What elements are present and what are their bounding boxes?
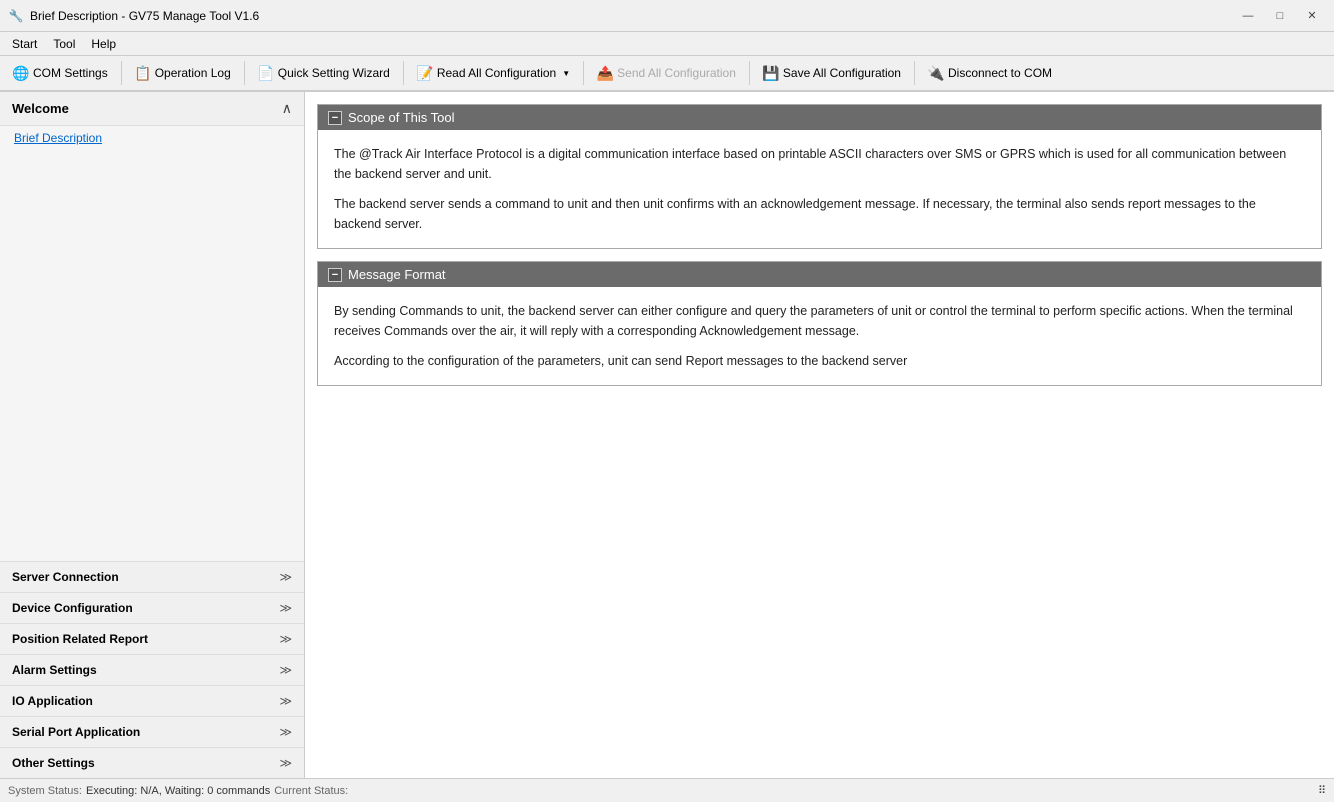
com-settings-icon: 🌐: [13, 65, 29, 81]
main-area: Welcome ∧ Brief Description Server Conne…: [0, 92, 1334, 778]
device-config-label: Device Configuration: [12, 601, 133, 615]
sidebar-item-serial-port[interactable]: Serial Port Application ≫: [0, 716, 304, 747]
position-report-label: Position Related Report: [12, 632, 148, 646]
serial-port-chevron: ≫: [279, 725, 292, 739]
alarm-settings-chevron: ≫: [279, 663, 292, 677]
welcome-collapse-btn[interactable]: ∧: [282, 100, 292, 117]
status-bar: System Status: Executing: N/A, Waiting: …: [0, 778, 1334, 802]
save-all-label: Save All Configuration: [783, 66, 901, 80]
disconnect-icon: 🔌: [928, 65, 944, 81]
save-all-button[interactable]: 💾 Save All Configuration: [754, 61, 910, 85]
server-connection-chevron: ≫: [279, 570, 292, 584]
system-status-value: Executing: N/A, Waiting: 0 commands: [86, 785, 270, 797]
disconnect-button[interactable]: 🔌 Disconnect to COM: [919, 61, 1061, 85]
operation-log-label: Operation Log: [155, 66, 231, 80]
brief-description-link[interactable]: Brief Description: [0, 126, 304, 150]
separator-3: [403, 61, 404, 85]
disconnect-label: Disconnect to COM: [948, 66, 1052, 80]
message-format-body: By sending Commands to unit, the backend…: [318, 287, 1321, 385]
scope-collapse-icon[interactable]: −: [328, 111, 342, 125]
close-button[interactable]: ✕: [1298, 6, 1326, 26]
send-all-button[interactable]: 📤 Send All Configuration: [588, 61, 745, 85]
menu-start[interactable]: Start: [4, 35, 45, 53]
quick-setting-label: Quick Setting Wizard: [278, 66, 390, 80]
window-controls: — □ ✕: [1234, 6, 1326, 26]
status-left: System Status: Executing: N/A, Waiting: …: [8, 785, 348, 797]
operation-log-icon: 📋: [135, 65, 151, 81]
position-report-chevron: ≫: [279, 632, 292, 646]
status-bar-right-indicator: ⠿: [1318, 784, 1326, 797]
quick-setting-icon: 📄: [258, 65, 274, 81]
sidebar-item-device-config[interactable]: Device Configuration ≫: [0, 592, 304, 623]
message-format-header: − Message Format: [318, 262, 1321, 287]
title-bar: 🔧 Brief Description - GV75 Manage Tool V…: [0, 0, 1334, 32]
app-icon: 🔧: [8, 8, 24, 24]
sidebar: Welcome ∧ Brief Description Server Conne…: [0, 92, 305, 778]
minimize-button[interactable]: —: [1234, 6, 1262, 26]
device-config-chevron: ≫: [279, 601, 292, 615]
content-panel: − Scope of This Tool The @Track Air Inte…: [305, 92, 1334, 778]
scope-section-title: Scope of This Tool: [348, 110, 454, 125]
com-settings-label: COM Settings: [33, 66, 108, 80]
current-status-label: Current Status:: [274, 785, 348, 797]
quick-setting-button[interactable]: 📄 Quick Setting Wizard: [249, 61, 399, 85]
alarm-settings-label: Alarm Settings: [12, 663, 97, 677]
read-all-label: Read All Configuration: [437, 66, 556, 80]
scope-section: − Scope of This Tool The @Track Air Inte…: [317, 104, 1322, 249]
read-all-button[interactable]: 📝 Read All Configuration ▼: [408, 61, 579, 85]
separator-2: [244, 61, 245, 85]
send-all-icon: 📤: [597, 65, 613, 81]
io-application-chevron: ≫: [279, 694, 292, 708]
operation-log-button[interactable]: 📋 Operation Log: [126, 61, 240, 85]
com-settings-button[interactable]: 🌐 COM Settings: [4, 61, 117, 85]
serial-port-label: Serial Port Application: [12, 725, 140, 739]
window-title: Brief Description - GV75 Manage Tool V1.…: [30, 9, 1234, 23]
welcome-title: Welcome: [12, 101, 69, 116]
separator-6: [914, 61, 915, 85]
other-settings-label: Other Settings: [12, 756, 95, 770]
toolbar: 🌐 COM Settings 📋 Operation Log 📄 Quick S…: [0, 56, 1334, 92]
save-all-icon: 💾: [763, 65, 779, 81]
read-all-icon: 📝: [417, 65, 433, 81]
sidebar-item-io-application[interactable]: IO Application ≫: [0, 685, 304, 716]
sidebar-item-server-connection[interactable]: Server Connection ≫: [0, 561, 304, 592]
separator-1: [121, 61, 122, 85]
message-format-section: − Message Format By sending Commands to …: [317, 261, 1322, 386]
separator-4: [583, 61, 584, 85]
sidebar-item-alarm-settings[interactable]: Alarm Settings ≫: [0, 654, 304, 685]
send-all-label: Send All Configuration: [617, 66, 736, 80]
message-format-collapse-icon[interactable]: −: [328, 268, 342, 282]
sidebar-item-other-settings[interactable]: Other Settings ≫: [0, 747, 304, 778]
scope-paragraph-1: The @Track Air Interface Protocol is a d…: [334, 144, 1305, 184]
scope-section-body: The @Track Air Interface Protocol is a d…: [318, 130, 1321, 248]
message-format-paragraph-1: By sending Commands to unit, the backend…: [334, 301, 1305, 341]
read-all-dropdown-arrow: ▼: [562, 69, 570, 78]
menu-bar: Start Tool Help: [0, 32, 1334, 56]
separator-5: [749, 61, 750, 85]
scope-paragraph-2: The backend server sends a command to un…: [334, 194, 1305, 234]
menu-tool[interactable]: Tool: [45, 35, 83, 53]
other-settings-chevron: ≫: [279, 756, 292, 770]
system-status-label: System Status:: [8, 785, 82, 797]
scope-section-header: − Scope of This Tool: [318, 105, 1321, 130]
maximize-button[interactable]: □: [1266, 6, 1294, 26]
welcome-section-header: Welcome ∧: [0, 92, 304, 126]
io-application-label: IO Application: [12, 694, 93, 708]
menu-help[interactable]: Help: [83, 35, 124, 53]
sidebar-spacer: [0, 150, 304, 561]
sidebar-item-position-report[interactable]: Position Related Report ≫: [0, 623, 304, 654]
message-format-paragraph-2: According to the configuration of the pa…: [334, 351, 1305, 371]
server-connection-label: Server Connection: [12, 570, 119, 584]
message-format-title: Message Format: [348, 267, 446, 282]
